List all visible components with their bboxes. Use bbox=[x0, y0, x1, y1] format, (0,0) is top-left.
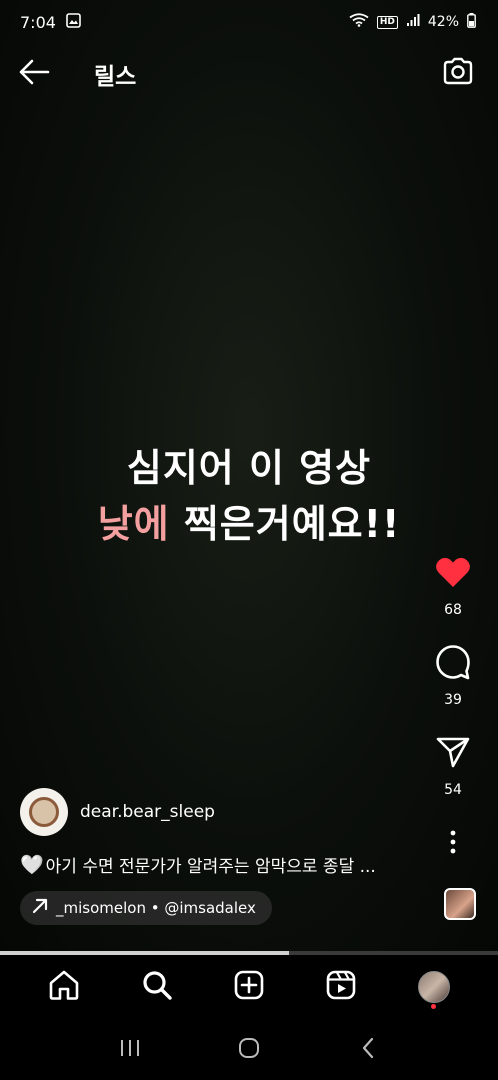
battery-percent: 42% bbox=[427, 14, 459, 30]
home-icon bbox=[48, 970, 80, 1004]
page-title: 릴스 bbox=[94, 64, 137, 90]
create-icon bbox=[234, 970, 264, 1004]
status-bar: 7:04 HD 42% bbox=[0, 0, 498, 44]
system-home-button[interactable] bbox=[227, 1028, 271, 1072]
back-button[interactable] bbox=[18, 58, 54, 88]
system-back-button[interactable] bbox=[346, 1028, 390, 1072]
nav-home[interactable] bbox=[42, 965, 86, 1009]
caption-line-2: 낮에 찍은거예요!! bbox=[0, 496, 498, 552]
comment-count: 39 bbox=[444, 692, 462, 708]
status-time: 7:04 bbox=[20, 12, 56, 32]
search-icon bbox=[142, 970, 172, 1004]
comment-icon bbox=[435, 644, 471, 684]
bottom-nav bbox=[0, 955, 498, 1019]
reels-icon bbox=[326, 970, 356, 1004]
recents-button[interactable] bbox=[108, 1028, 152, 1072]
caption-rest: 찍은거예요!! bbox=[169, 502, 401, 546]
nav-profile[interactable] bbox=[412, 965, 456, 1009]
notification-dot bbox=[430, 1004, 436, 1009]
heart-icon bbox=[435, 556, 471, 592]
comment-button[interactable] bbox=[431, 642, 475, 686]
arrow-up-right-icon bbox=[32, 898, 48, 918]
profile-avatar bbox=[417, 971, 450, 1003]
paper-plane-icon bbox=[436, 736, 470, 772]
back-chevron-icon bbox=[361, 1037, 375, 1063]
more-vertical-icon bbox=[449, 830, 457, 858]
top-bar: 릴스 bbox=[0, 46, 498, 100]
nav-reels[interactable] bbox=[319, 965, 363, 1009]
avatar[interactable] bbox=[20, 788, 68, 836]
status-right: HD 42% bbox=[349, 12, 476, 32]
arrow-left-icon bbox=[18, 59, 50, 90]
description-text: 아기 수면 전문가가 알려주는 암막으로 종달 ... bbox=[45, 857, 376, 877]
status-left: 7:04 bbox=[20, 13, 81, 32]
audio-thumbnail[interactable] bbox=[444, 888, 476, 920]
system-nav bbox=[0, 1019, 498, 1080]
hd-voice-icon: HD bbox=[376, 15, 398, 29]
battery-icon bbox=[467, 12, 476, 32]
camera-button[interactable] bbox=[442, 56, 476, 88]
post-author[interactable]: dear.bear_sleep bbox=[20, 788, 215, 836]
wifi-icon bbox=[349, 13, 369, 31]
audio-text: _misomelon • @imsadalex bbox=[56, 899, 256, 917]
bear-logo-icon bbox=[29, 797, 59, 827]
signal-icon bbox=[406, 13, 420, 31]
reels-screen: 7:04 HD 42% 릴스 심지어 이 영상 낮에 찍은거예요!! 68 39… bbox=[0, 0, 498, 1080]
gallery-icon bbox=[66, 12, 81, 32]
post-description[interactable]: 🤍 아기 수면 전문가가 알려주는 암막으로 종달 ... bbox=[20, 852, 376, 877]
home-pill-icon bbox=[238, 1037, 260, 1063]
audio-chip[interactable]: _misomelon • @imsadalex bbox=[20, 891, 272, 925]
nav-create[interactable] bbox=[227, 965, 271, 1009]
username[interactable]: dear.bear_sleep bbox=[80, 802, 215, 822]
nav-search[interactable] bbox=[135, 965, 179, 1009]
video-caption: 심지어 이 영상 낮에 찍은거예요!! bbox=[0, 440, 498, 552]
share-count: 54 bbox=[444, 782, 462, 798]
like-count: 68 bbox=[444, 602, 462, 618]
more-options-button[interactable] bbox=[431, 822, 475, 866]
action-rail: 68 39 54 bbox=[422, 552, 484, 866]
recents-icon bbox=[119, 1038, 141, 1062]
caption-highlight: 낮에 bbox=[97, 502, 170, 546]
caption-line-1: 심지어 이 영상 bbox=[126, 446, 372, 490]
white-heart-emoji: 🤍 bbox=[20, 854, 44, 876]
camera-icon bbox=[442, 57, 474, 90]
share-button[interactable] bbox=[431, 732, 475, 776]
like-button[interactable] bbox=[431, 552, 475, 596]
